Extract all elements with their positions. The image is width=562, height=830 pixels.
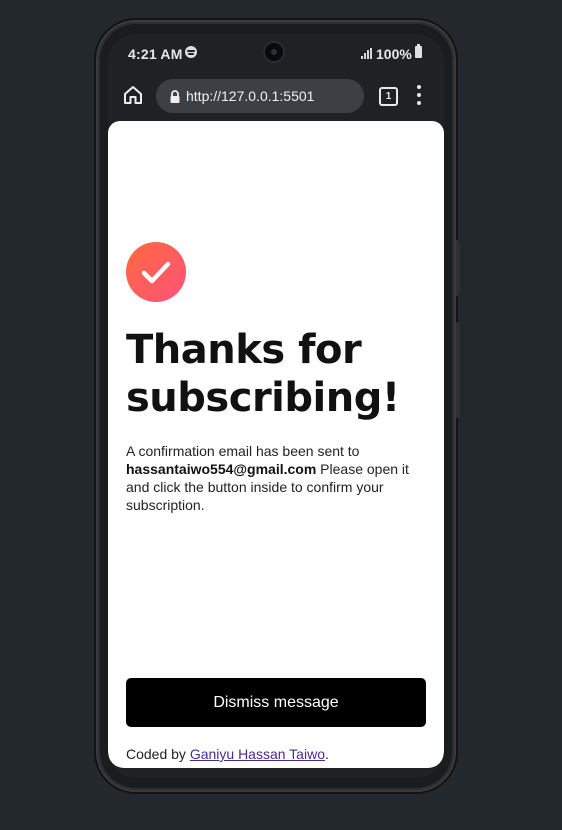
status-bar: 4:21 AM 100% [108,34,444,74]
address-bar[interactable]: http://127.0.0.1:5501 [156,79,364,113]
confirmation-message: A confirmation email has been sent to ha… [126,442,431,514]
phone-frame: 4:21 AM 100% http://127.0.0.1:5501 1 Tha… [98,22,460,790]
message-intro: A confirmation email has been sent to [126,443,360,459]
attribution: Coded by Ganiyu Hassan Taiwo. [126,746,329,762]
subscription-success-card: Thanks for subscribing! A confirmation e… [108,121,444,768]
spotify-icon [185,46,197,58]
battery-icon [415,44,422,58]
author-link[interactable]: Ganiyu Hassan Taiwo [190,746,325,762]
checkmark-icon [126,242,186,302]
lock-icon [170,90,180,103]
subscriber-email: hassantaiwo554@gmail.com [126,461,317,477]
phone-screen: 4:21 AM 100% http://127.0.0.1:5501 1 Tha… [108,34,444,778]
page-title: Thanks for subscribing! [126,327,400,421]
battery-percentage: 100% [376,46,412,62]
tabs-icon[interactable]: 1 [379,87,398,106]
power-button [456,322,460,418]
credit-prefix: Coded by [126,746,190,762]
signal-icon [361,48,373,59]
status-time: 4:21 AM [128,46,183,62]
credit-suffix: . [324,746,329,762]
front-camera [265,43,283,61]
url-text: http://127.0.0.1:5501 [186,88,315,104]
volume-button [456,240,460,296]
menu-icon[interactable] [417,85,421,105]
home-icon[interactable] [122,84,144,106]
dismiss-button[interactable]: Dismiss message [126,678,426,727]
browser-toolbar: http://127.0.0.1:5501 1 [108,74,444,120]
